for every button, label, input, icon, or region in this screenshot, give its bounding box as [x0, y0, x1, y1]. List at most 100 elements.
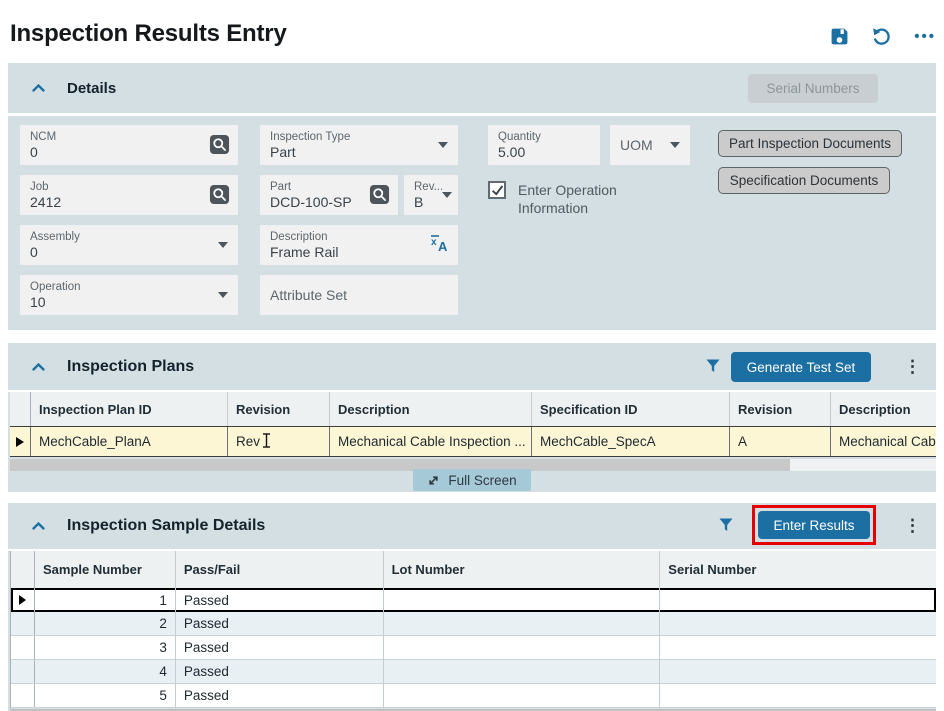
- job-field[interactable]: Job 2412: [20, 175, 238, 215]
- translate-icon[interactable]: x A: [428, 232, 450, 259]
- cell-pass-fail[interactable]: Passed: [176, 684, 384, 707]
- cell-specification-id[interactable]: MechCable_SpecA: [532, 427, 730, 456]
- inspection-plans-panel: Inspection Plans Generate Test Set ⋮ Ins…: [8, 343, 936, 492]
- col-header-description[interactable]: Description: [330, 392, 532, 426]
- cell-lot-number[interactable]: [384, 612, 661, 635]
- specification-documents-button[interactable]: Specification Documents: [718, 167, 890, 194]
- enter-results-button[interactable]: Enter Results: [758, 511, 870, 539]
- full-screen-label: Full Screen: [448, 473, 516, 488]
- cell-description[interactable]: Mechanical Cable Inspection ...: [330, 427, 532, 456]
- svg-text:x: x: [431, 237, 437, 248]
- col-header-specification-id[interactable]: Specification ID: [532, 392, 730, 426]
- quantity-value: 5.00: [498, 144, 592, 161]
- description-label: Description: [270, 230, 450, 244]
- cell-sample-number[interactable]: 5: [35, 684, 176, 707]
- operation-dropdown-icon[interactable]: [218, 292, 228, 298]
- cell-serial-number[interactable]: [660, 684, 936, 707]
- cell-revision-2[interactable]: A: [730, 427, 831, 456]
- inspection-results-entry-screen: Inspection Results Entry ••• Details Ser…: [0, 0, 944, 711]
- enter-operation-info-checkbox[interactable]: [488, 181, 506, 199]
- expand-icon: [427, 474, 440, 487]
- cell-inspection-plan-id[interactable]: MechCable_PlanA: [31, 427, 228, 456]
- cell-pass-fail[interactable]: Passed: [176, 660, 384, 683]
- uom-dropdown-icon[interactable]: [670, 142, 680, 148]
- assembly-value: 0: [30, 244, 230, 261]
- ncm-search-icon[interactable]: [209, 134, 230, 160]
- cell-sample-number[interactable]: 2: [35, 612, 176, 635]
- ncm-field[interactable]: NCM 0: [20, 125, 238, 165]
- rev-label: Rev...: [414, 180, 442, 194]
- cell-sample-number[interactable]: 4: [35, 660, 176, 683]
- col-header-lot-number[interactable]: Lot Number: [384, 551, 661, 588]
- sample-row-2[interactable]: 2 Passed: [11, 612, 936, 636]
- assembly-dropdown-icon[interactable]: [218, 242, 228, 248]
- col-header-revision[interactable]: Revision: [228, 392, 330, 426]
- cell-serial-number[interactable]: [660, 660, 936, 683]
- sample-row-1[interactable]: 1 Passed: [11, 588, 936, 612]
- description-field[interactable]: Description Frame Rail x A: [260, 225, 458, 265]
- page-title: Inspection Results Entry: [10, 20, 287, 48]
- more-options-icon[interactable]: •••: [914, 29, 936, 44]
- cell-pass-fail[interactable]: Passed: [176, 588, 384, 612]
- generate-test-set-button[interactable]: Generate Test Set: [731, 352, 871, 382]
- cell-lot-number[interactable]: [384, 660, 661, 683]
- quantity-field[interactable]: Quantity 5.00: [488, 125, 600, 165]
- cell-lot-number[interactable]: [384, 684, 661, 707]
- assembly-field[interactable]: Assembly 0: [20, 225, 238, 265]
- job-label: Job: [30, 180, 230, 194]
- col-header-pass-fail[interactable]: Pass/Fail: [176, 551, 384, 588]
- serial-numbers-button[interactable]: Serial Numbers: [748, 74, 878, 103]
- cell-serial-number[interactable]: [660, 636, 936, 659]
- cell-pass-fail[interactable]: Passed: [176, 636, 384, 659]
- filter-icon[interactable]: [706, 359, 720, 378]
- attribute-set-field[interactable]: Attribute Set: [260, 275, 458, 315]
- cell-lot-number[interactable]: [384, 636, 661, 659]
- operation-field[interactable]: Operation 10: [20, 275, 238, 315]
- attribute-set-label: Attribute Set: [270, 280, 450, 310]
- cell-revision[interactable]: Rev: [228, 427, 330, 456]
- cell-lot-number[interactable]: [384, 588, 661, 612]
- collapse-chevron-icon[interactable]: [32, 522, 45, 530]
- sample-row-4[interactable]: 4 Passed: [11, 660, 936, 684]
- uom-field[interactable]: UOM: [610, 125, 690, 165]
- rev-field[interactable]: Rev... B: [404, 175, 458, 215]
- col-header-inspection-plan-id[interactable]: Inspection Plan ID: [31, 392, 228, 426]
- scrollbar-thumb[interactable]: [10, 459, 790, 471]
- part-search-icon[interactable]: [369, 184, 390, 210]
- rev-dropdown-icon[interactable]: [442, 192, 452, 198]
- row-gutter: [11, 636, 35, 659]
- cell-pass-fail[interactable]: Passed: [176, 612, 384, 635]
- filter-icon[interactable]: [719, 518, 733, 537]
- save-icon[interactable]: [830, 27, 849, 46]
- ncm-label: NCM: [30, 130, 230, 144]
- col-header-revision-2[interactable]: Revision: [730, 392, 831, 426]
- plans-header-row: Inspection Plan ID Revision Description …: [10, 392, 936, 426]
- inspection-type-label: Inspection Type: [270, 130, 450, 144]
- undo-icon[interactable]: [871, 26, 892, 46]
- cell-serial-number[interactable]: [660, 588, 936, 612]
- panel-menu-icon[interactable]: ⋮: [904, 517, 921, 534]
- current-row-indicator: [10, 427, 31, 456]
- col-header-serial-number[interactable]: Serial Number: [660, 551, 936, 588]
- collapse-chevron-icon[interactable]: [32, 363, 45, 371]
- part-inspection-documents-button[interactable]: Part Inspection Documents: [718, 130, 902, 157]
- cell-sample-number[interactable]: 3: [35, 636, 176, 659]
- plans-table-row[interactable]: MechCable_PlanA Rev Mechanical Cable Ins…: [10, 426, 936, 457]
- col-header-sample-number[interactable]: Sample Number: [35, 551, 176, 588]
- sample-row-3[interactable]: 3 Passed: [11, 636, 936, 660]
- inspection-type-dropdown-icon[interactable]: [438, 142, 448, 148]
- cell-serial-number[interactable]: [660, 612, 936, 635]
- col-header-description-2[interactable]: Description: [831, 392, 936, 426]
- collapse-chevron-icon[interactable]: [32, 84, 45, 92]
- cell-description-2[interactable]: Mechanical Cable: [831, 427, 936, 456]
- row-gutter: [11, 684, 35, 707]
- inspection-type-value: Part: [270, 144, 450, 161]
- details-panel: Details Serial Numbers NCM 0 Job 2412 As…: [8, 63, 936, 330]
- part-field[interactable]: Part DCD-100-SP: [260, 175, 398, 215]
- inspection-type-field[interactable]: Inspection Type Part: [260, 125, 458, 165]
- panel-menu-icon[interactable]: ⋮: [904, 358, 921, 375]
- sample-row-5[interactable]: 5 Passed: [11, 684, 936, 708]
- cell-sample-number[interactable]: 1: [35, 588, 176, 612]
- full-screen-button[interactable]: Full Screen: [413, 469, 531, 491]
- job-search-icon[interactable]: [209, 184, 230, 210]
